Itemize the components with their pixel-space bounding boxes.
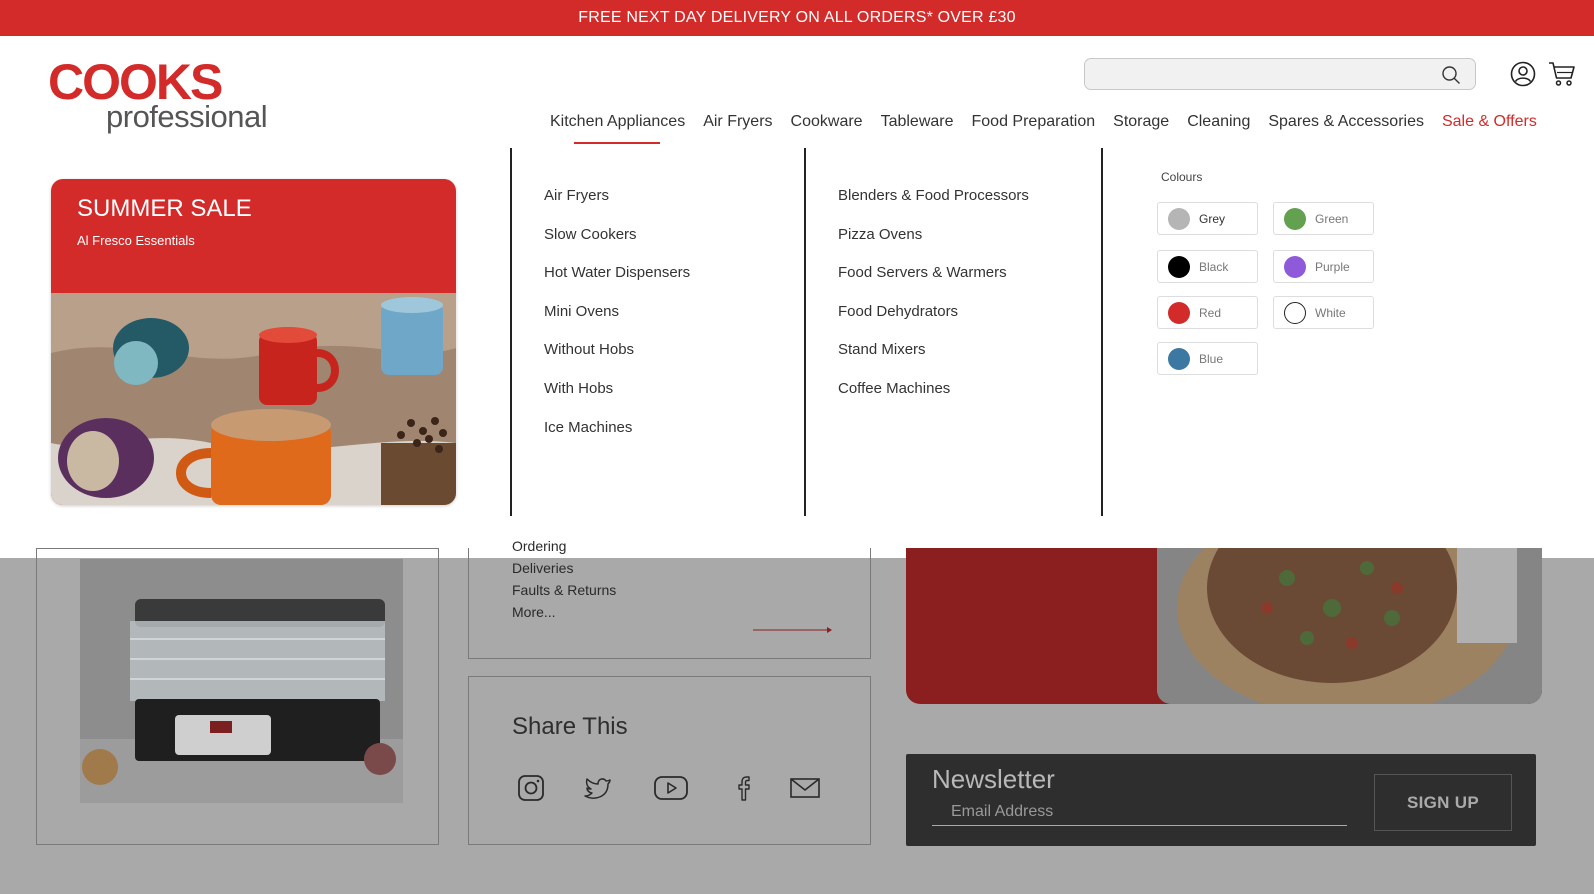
youtube-icon[interactable] (653, 773, 689, 803)
nav-food-preparation[interactable]: Food Preparation (963, 110, 1105, 140)
promo-card-title: SUMMER SALE (77, 195, 252, 222)
help-links-card: Ordering Deliveries Faults & Returns Mor… (468, 538, 871, 659)
menu-link-food-dehydrators[interactable]: Food Dehydrators (838, 302, 1029, 341)
nav-storage[interactable]: Storage (1104, 110, 1178, 140)
promo-banner: FREE NEXT DAY DELIVERY ON ALL ORDERS* OV… (0, 0, 1594, 36)
colour-swatch-black[interactable]: Black (1157, 250, 1258, 283)
colour-swatch-blue[interactable]: Blue (1157, 342, 1258, 375)
help-link-more[interactable]: More... (512, 604, 556, 620)
swatch-label: White (1315, 305, 1346, 320)
purple-swatch-dot (1284, 255, 1306, 278)
newsletter-signup: Newsletter SIGN UP (906, 754, 1536, 846)
email-icon[interactable] (789, 773, 821, 803)
arrow-right-icon[interactable] (753, 626, 833, 634)
menu-link-pizza-ovens[interactable]: Pizza Ovens (838, 225, 1029, 264)
help-link-faults-returns[interactable]: Faults & Returns (512, 582, 616, 598)
swatch-label: Grey (1199, 211, 1226, 226)
logo-subline: professional (106, 99, 268, 134)
green-swatch-dot (1284, 207, 1306, 230)
menu-link-with-hobs[interactable]: With Hobs (544, 379, 690, 418)
menu-column-divider (804, 148, 806, 516)
promo-mugs-image (51, 293, 456, 505)
sign-up-button[interactable]: SIGN UP (1374, 774, 1512, 831)
red-swatch-dot (1168, 301, 1190, 324)
help-link-deliveries[interactable]: Deliveries (512, 560, 573, 576)
nav-cookware[interactable]: Cookware (782, 110, 872, 140)
colours-filter-title: Colours (1161, 170, 1203, 184)
mega-menu-dropdown: SUMMER SALE Al Fresco Essentials Air Fry… (0, 148, 1594, 558)
colour-swatch-green[interactable]: Green (1273, 202, 1374, 235)
page-content-overlay: Ordering Deliveries Faults & Returns Mor… (0, 538, 1594, 894)
nav-tableware[interactable]: Tableware (872, 110, 963, 140)
nav-kitchen-appliances[interactable]: Kitchen Appliances (550, 110, 694, 144)
share-title: Share This (512, 713, 628, 740)
white-swatch-dot (1284, 301, 1306, 324)
nav-air-fryers[interactable]: Air Fryers (694, 110, 781, 140)
colour-swatch-grey[interactable]: Grey (1157, 202, 1258, 235)
newsletter-title: Newsletter (932, 764, 1055, 794)
facebook-icon[interactable] (729, 773, 759, 803)
grey-swatch-dot (1168, 207, 1190, 230)
summer-sale-promo-card[interactable]: SUMMER SALE Al Fresco Essentials (51, 179, 456, 505)
twitter-icon[interactable] (583, 773, 613, 803)
menu-column-divider (1101, 148, 1103, 516)
menu-link-air-fryers[interactable]: Air Fryers (544, 186, 690, 225)
swatch-label: Red (1199, 305, 1222, 320)
menu-link-coffee-machines[interactable]: Coffee Machines (838, 379, 1029, 418)
search-bar (1084, 58, 1476, 90)
colour-swatch-red[interactable]: Red (1157, 296, 1258, 329)
menu-link-mini-ovens[interactable]: Mini Ovens (544, 302, 690, 341)
black-swatch-dot (1168, 255, 1190, 278)
pizza-oven-hero-banner[interactable] (906, 548, 1542, 704)
menu-column-1: Air Fryers Slow Cookers Hot Water Dispen… (544, 186, 690, 456)
nav-cleaning[interactable]: Cleaning (1178, 110, 1259, 140)
site-header: COOKS professional Kitchen Appliances Ai… (0, 36, 1594, 148)
newsletter-email-input[interactable] (932, 798, 1347, 826)
swatch-label: Blue (1199, 351, 1224, 366)
help-link-ordering[interactable]: Ordering (512, 538, 566, 554)
instagram-icon[interactable] (516, 773, 546, 803)
pizza-image (1157, 548, 1542, 704)
menu-link-hot-water-dispensers[interactable]: Hot Water Dispensers (544, 263, 690, 302)
blue-swatch-dot (1168, 347, 1190, 370)
share-card: Share This (468, 676, 871, 845)
swatch-label: Black (1199, 259, 1229, 274)
nav-sale-offers[interactable]: Sale & Offers (1433, 110, 1546, 140)
product-card[interactable] (36, 548, 439, 845)
cart-icon[interactable] (1548, 60, 1576, 88)
menu-link-without-hobs[interactable]: Without Hobs (544, 340, 690, 379)
menu-link-blenders-food-processors[interactable]: Blenders & Food Processors (838, 186, 1029, 225)
promo-banner-text: FREE NEXT DAY DELIVERY ON ALL ORDERS* OV… (578, 9, 1016, 26)
food-dehydrator-image (80, 559, 403, 803)
account-icon[interactable] (1510, 61, 1536, 87)
menu-link-ice-machines[interactable]: Ice Machines (544, 418, 690, 457)
menu-column-2: Blenders & Food Processors Pizza Ovens F… (838, 186, 1029, 418)
colour-swatch-purple[interactable]: Purple (1273, 250, 1374, 283)
swatch-label: Green (1315, 211, 1349, 226)
menu-column-divider (510, 148, 512, 516)
search-input[interactable] (1085, 59, 1425, 89)
menu-link-food-servers-warmers[interactable]: Food Servers & Warmers (838, 263, 1029, 302)
colour-swatch-white[interactable]: White (1273, 296, 1374, 329)
promo-card-subtitle: Al Fresco Essentials (77, 233, 195, 248)
search-icon[interactable] (1441, 65, 1461, 85)
menu-link-stand-mixers[interactable]: Stand Mixers (838, 340, 1029, 379)
cooks-professional-logo[interactable]: COOKS professional (48, 56, 268, 136)
main-navigation: Kitchen Appliances Air Fryers Cookware T… (550, 110, 1546, 144)
swatch-label: Purple (1315, 259, 1350, 274)
nav-spares-accessories[interactable]: Spares & Accessories (1259, 110, 1433, 140)
menu-link-slow-cookers[interactable]: Slow Cookers (544, 225, 690, 264)
